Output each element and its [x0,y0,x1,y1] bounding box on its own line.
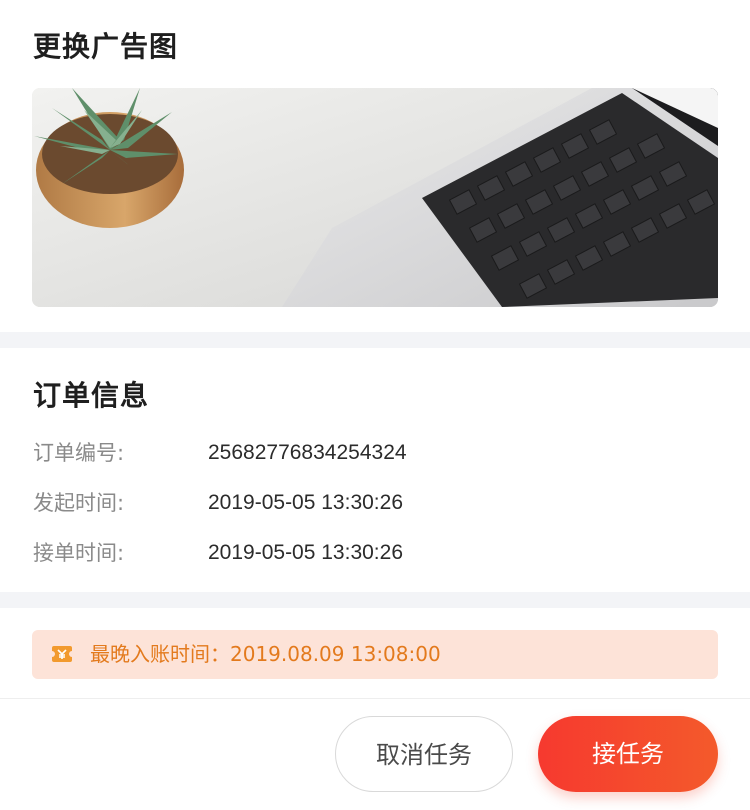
ad-image[interactable] [32,88,718,307]
ad-section: 更换广告图 [0,0,750,332]
start-time-row: 发起时间: 2019-05-05 13:30:26 [0,488,750,518]
section-divider [0,592,750,608]
accept-time-label: 接单时间: [33,541,125,565]
task-detail-page: 更换广告图 订单信息 订单编号: 25682776834254324 发起时间:… [0,0,750,810]
cancel-task-button[interactable]: 取消任务 [335,716,513,792]
order-info-title: 订单信息 [33,379,150,412]
ad-image-illustration [32,88,718,307]
deadline-notice-text: 最晚入账时间：2019.08.09 13:08:00 [90,642,441,666]
accept-time-value: 2019-05-05 13:30:26 [208,541,403,564]
ticket-icon [52,646,72,662]
start-time-value: 2019-05-05 13:30:26 [208,491,403,514]
order-number-value: 25682776834254324 [208,441,407,464]
bottom-action-bar: 取消任务 接任务 [0,698,750,810]
accept-task-button[interactable]: 接任务 [538,716,718,792]
start-time-label: 发起时间: [33,491,125,515]
deadline-notice: 最晚入账时间：2019.08.09 13:08:00 [32,630,718,679]
accept-time-row: 接单时间: 2019-05-05 13:30:26 [0,538,750,568]
order-info-section: 订单信息 订单编号: 25682776834254324 发起时间: 2019-… [0,348,750,592]
order-number-row: 订单编号: 25682776834254324 [0,438,750,468]
order-number-label: 订单编号: [33,441,125,465]
section-divider [0,332,750,348]
change-ad-title[interactable]: 更换广告图 [33,33,178,61]
